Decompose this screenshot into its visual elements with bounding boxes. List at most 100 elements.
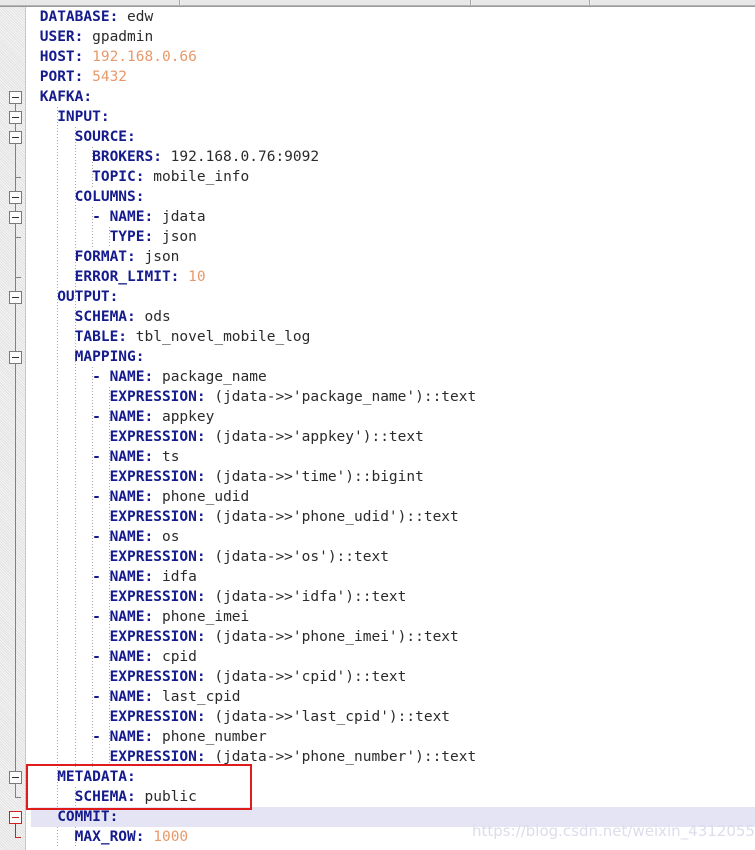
code-line-expression[interactable]: EXPRESSION: (jdata->>'last_cpid')::text bbox=[31, 707, 450, 727]
code-line-brokers[interactable]: BROKERS: 192.168.0.76:9092 bbox=[31, 147, 319, 167]
code-line-mapping[interactable]: MAPPING: bbox=[31, 347, 145, 367]
yaml-key: EXPRESSION: bbox=[109, 549, 206, 565]
code-line-name[interactable]: - NAME: cpid bbox=[31, 647, 197, 667]
code-line-name[interactable]: - NAME: last_cpid bbox=[31, 687, 240, 707]
code-line-source[interactable]: SOURCE: bbox=[31, 127, 136, 147]
yaml-key: NAME: bbox=[109, 489, 154, 505]
list-bullet-dash: - bbox=[92, 649, 110, 665]
code-line-schema[interactable]: SCHEMA: ods bbox=[31, 307, 171, 327]
list-bullet-dash: - bbox=[92, 729, 110, 745]
fold-leaf-tick-icon bbox=[15, 837, 21, 838]
yaml-key: NAME: bbox=[109, 369, 154, 385]
yaml-key: NAME: bbox=[109, 209, 154, 225]
yaml-key: EXPRESSION: bbox=[109, 749, 206, 765]
code-line-expression[interactable]: EXPRESSION: (jdata->>'package_name')::te… bbox=[31, 387, 477, 407]
code-line-metadata[interactable]: METADATA: bbox=[31, 767, 136, 787]
fold-toggle-icon[interactable] bbox=[9, 191, 22, 204]
code-line-schema[interactable]: SCHEMA: public bbox=[31, 787, 197, 807]
code-line-host[interactable]: HOST: 192.168.0.66 bbox=[31, 47, 197, 67]
fold-markers[interactable] bbox=[0, 7, 26, 850]
fold-leaf-tick-icon bbox=[15, 177, 21, 178]
code-line-max-row[interactable]: MAX_ROW: 1000 bbox=[31, 827, 189, 847]
yaml-value: phone_number bbox=[153, 729, 267, 745]
yaml-value: (jdata->>'appkey')::text bbox=[205, 429, 424, 445]
yaml-value: (jdata->>'phone_imei')::text bbox=[205, 629, 459, 645]
code-line-user[interactable]: USER: gpadmin bbox=[31, 27, 154, 47]
code-line-kafka[interactable]: KAFKA: bbox=[31, 87, 92, 107]
yaml-value: package_name bbox=[153, 369, 267, 385]
yaml-key: EXPRESSION: bbox=[109, 469, 206, 485]
yaml-key: EXPRESSION: bbox=[109, 429, 206, 445]
fold-toggle-icon[interactable] bbox=[9, 111, 22, 124]
code-text-area[interactable]: DATABASE: edw USER: gpadmin HOST: 192.16… bbox=[27, 7, 755, 850]
code-line-expression[interactable]: EXPRESSION: (jdata->>'appkey')::text bbox=[31, 427, 424, 447]
code-line-name[interactable]: - NAME: jdata bbox=[31, 207, 206, 227]
yaml-key: BROKERS: bbox=[92, 149, 162, 165]
yaml-key: NAME: bbox=[109, 409, 154, 425]
code-line-error-limit[interactable]: ERROR_LIMIT: 10 bbox=[31, 267, 206, 287]
code-line-name[interactable]: - NAME: appkey bbox=[31, 407, 214, 427]
fold-toggle-icon[interactable] bbox=[9, 771, 22, 784]
fold-toggle-icon[interactable] bbox=[9, 811, 22, 824]
list-bullet-dash: - bbox=[92, 569, 110, 585]
code-line-type[interactable]: TYPE: json bbox=[31, 227, 197, 247]
code-line-name[interactable]: - NAME: phone_number bbox=[31, 727, 267, 747]
code-line-table[interactable]: TABLE: tbl_novel_mobile_log bbox=[31, 327, 311, 347]
code-line-columns[interactable]: COLUMNS: bbox=[31, 187, 145, 207]
code-line-output[interactable]: OUTPUT: bbox=[31, 287, 118, 307]
yaml-value: (jdata->>'cpid')::text bbox=[205, 669, 407, 685]
watermark-text: https://blog.csdn.net/weixin_43120559 bbox=[472, 822, 755, 840]
yaml-value: 192.168.0.66 bbox=[83, 49, 197, 65]
code-line-database[interactable]: DATABASE: edw bbox=[31, 7, 154, 27]
code-line-name[interactable]: - NAME: package_name bbox=[31, 367, 267, 387]
yaml-value: phone_imei bbox=[153, 609, 250, 625]
yaml-value: 10 bbox=[179, 269, 206, 285]
code-line-topic[interactable]: TOPIC: mobile_info bbox=[31, 167, 249, 187]
code-line-name[interactable]: - NAME: os bbox=[31, 527, 179, 547]
code-line-input[interactable]: INPUT: bbox=[31, 107, 110, 127]
code-line-port[interactable]: PORT: 5432 bbox=[31, 67, 127, 87]
fold-toggle-icon[interactable] bbox=[9, 351, 22, 364]
yaml-key: EXPRESSION: bbox=[109, 669, 206, 685]
code-line-expression[interactable]: EXPRESSION: (jdata->>'time')::bigint bbox=[31, 467, 424, 487]
fold-toggle-icon[interactable] bbox=[9, 211, 22, 224]
code-line-expression[interactable]: EXPRESSION: (jdata->>'idfa')::text bbox=[31, 587, 407, 607]
fold-toggle-icon[interactable] bbox=[9, 291, 22, 304]
yaml-key: TOPIC: bbox=[92, 169, 145, 185]
code-line-name[interactable]: - NAME: ts bbox=[31, 447, 179, 467]
code-line-expression[interactable]: EXPRESSION: (jdata->>'phone_imei')::text bbox=[31, 627, 459, 647]
code-line-name[interactable]: - NAME: phone_udid bbox=[31, 487, 249, 507]
code-line-expression[interactable]: EXPRESSION: (jdata->>'os')::text bbox=[31, 547, 389, 567]
code-line-expression[interactable]: EXPRESSION: (jdata->>'phone_number')::te… bbox=[31, 747, 477, 767]
list-bullet-dash: - bbox=[92, 529, 110, 545]
code-line-name[interactable]: - NAME: idfa bbox=[31, 567, 197, 587]
code-line-expression[interactable]: EXPRESSION: (jdata->>'cpid')::text bbox=[31, 667, 407, 687]
fold-toggle-icon[interactable] bbox=[9, 131, 22, 144]
yaml-key: INPUT: bbox=[57, 109, 110, 125]
code-line-format[interactable]: FORMAT: json bbox=[31, 247, 180, 267]
yaml-key: SCHEMA: bbox=[74, 789, 136, 805]
yaml-value: (jdata->>'time')::bigint bbox=[205, 469, 424, 485]
code-line-name[interactable]: - NAME: phone_imei bbox=[31, 607, 249, 627]
code-line-expression[interactable]: EXPRESSION: (jdata->>'phone_udid')::text bbox=[31, 507, 459, 527]
yaml-value: mobile_info bbox=[144, 169, 250, 185]
fold-toggle-icon[interactable] bbox=[9, 91, 22, 104]
